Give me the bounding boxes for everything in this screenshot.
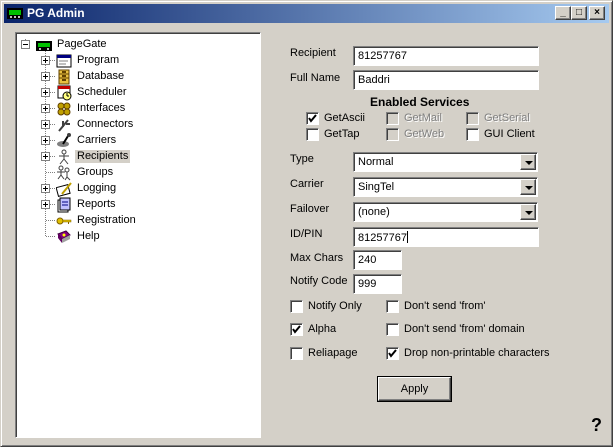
scheduler-icon — [57, 85, 72, 101]
tree-expand-toggle[interactable] — [41, 200, 50, 209]
type-label: Type — [290, 153, 314, 165]
title-bar[interactable]: PG Admin _ □ × — [4, 4, 609, 23]
checkbox-box — [290, 347, 303, 360]
tree-node-label: Database — [77, 70, 125, 82]
max-chars-label: Max Chars — [290, 252, 344, 264]
checkbox-box — [306, 112, 319, 125]
failover-select[interactable]: (none) — [353, 202, 538, 222]
key-icon — [56, 217, 72, 225]
checkbox-box — [306, 128, 319, 141]
tree-node-label: Recipients — [75, 150, 131, 163]
idpin-input[interactable]: 81257767 — [353, 227, 539, 247]
tree-expand-toggle[interactable] — [41, 152, 50, 161]
checkmark-icon — [292, 325, 301, 334]
pager-app-icon — [7, 8, 23, 19]
full-name-label: Full Name — [290, 72, 341, 84]
tree-node-label: Program — [77, 54, 120, 66]
type-select[interactable]: Normal — [353, 152, 538, 172]
tree-node-label: Registration — [77, 214, 136, 226]
checkbox-box — [290, 300, 303, 313]
connectors-icon — [58, 119, 70, 132]
tree-node-label: Connectors — [77, 118, 134, 130]
tree-expand-toggle[interactable] — [41, 136, 50, 145]
navigation-tree[interactable]: PageGate Program Database Scheduler Inte… — [15, 32, 261, 438]
dropdown-arrow-icon[interactable] — [520, 154, 536, 170]
recipient-input[interactable]: 81257767 — [353, 46, 539, 66]
reports-icon — [57, 197, 71, 213]
tree-node-label: Scheduler — [77, 86, 127, 98]
tree-connector-lines — [25, 39, 55, 237]
enabled-services-heading: Enabled Services — [370, 95, 470, 109]
tree-node-label: Interfaces — [77, 102, 126, 114]
dropdown-arrow-icon[interactable] — [520, 179, 536, 195]
failover-label: Failover — [290, 203, 330, 215]
help-question-icon[interactable]: ? — [591, 415, 602, 436]
recipient-label: Recipient — [290, 47, 336, 59]
notify-code-label: Notify Code — [290, 275, 348, 287]
checkbox-box — [466, 128, 479, 141]
idpin-label: ID/PIN — [290, 228, 323, 240]
tree-node-label: Reports — [77, 198, 116, 210]
checkbox-box — [466, 112, 479, 125]
tree-expand-toggle[interactable] — [41, 104, 50, 113]
recipients-icon — [59, 149, 69, 165]
interfaces-icon — [57, 102, 71, 116]
checkbox-box — [386, 347, 399, 360]
window-title: PG Admin — [27, 6, 85, 20]
checkbox-box — [386, 112, 399, 125]
checkbox-box — [386, 300, 399, 313]
checkbox-box — [386, 323, 399, 336]
database-icon — [58, 69, 70, 85]
tree-collapse-toggle[interactable] — [21, 40, 30, 49]
carrier-label: Carrier — [290, 178, 324, 190]
tree-expand-toggle[interactable] — [41, 72, 50, 81]
tree-node-label: Logging — [77, 182, 117, 194]
minimize-button[interactable]: _ — [555, 6, 571, 20]
tree-expand-toggle[interactable] — [41, 56, 50, 65]
help-book-icon — [57, 230, 71, 243]
checkbox-box — [290, 323, 303, 336]
notify-code-input[interactable]: 999 — [353, 274, 402, 294]
tree-node-label: Groups — [77, 166, 114, 178]
tree-expand-toggle[interactable] — [41, 88, 50, 97]
pager-icon — [36, 41, 52, 51]
tree-node-label: Carriers — [77, 134, 117, 146]
close-button[interactable]: × — [589, 6, 605, 20]
logging-icon — [56, 182, 72, 197]
checkmark-icon — [388, 349, 397, 358]
apply-button[interactable]: Apply — [378, 377, 451, 401]
dropdown-arrow-icon[interactable] — [520, 204, 536, 220]
pg-admin-window: PG Admin _ □ × PageGate Program Database… — [0, 0, 613, 447]
checkmark-icon — [308, 114, 317, 123]
tree-node-label: PageGate — [57, 38, 107, 50]
carriers-icon — [57, 133, 71, 147]
max-chars-input[interactable]: 240 — [353, 250, 402, 270]
maximize-button[interactable]: □ — [571, 6, 587, 20]
full-name-input[interactable]: Baddri — [353, 70, 539, 90]
carrier-select[interactable]: SingTel — [353, 177, 538, 197]
groups-icon — [57, 165, 71, 181]
checkbox-box — [386, 128, 399, 141]
tree-expand-toggle[interactable] — [41, 120, 50, 129]
text-caret — [406, 231, 408, 243]
program-icon — [56, 54, 72, 68]
tree-node-label: Help — [77, 230, 100, 242]
tree-expand-toggle[interactable] — [41, 184, 50, 193]
